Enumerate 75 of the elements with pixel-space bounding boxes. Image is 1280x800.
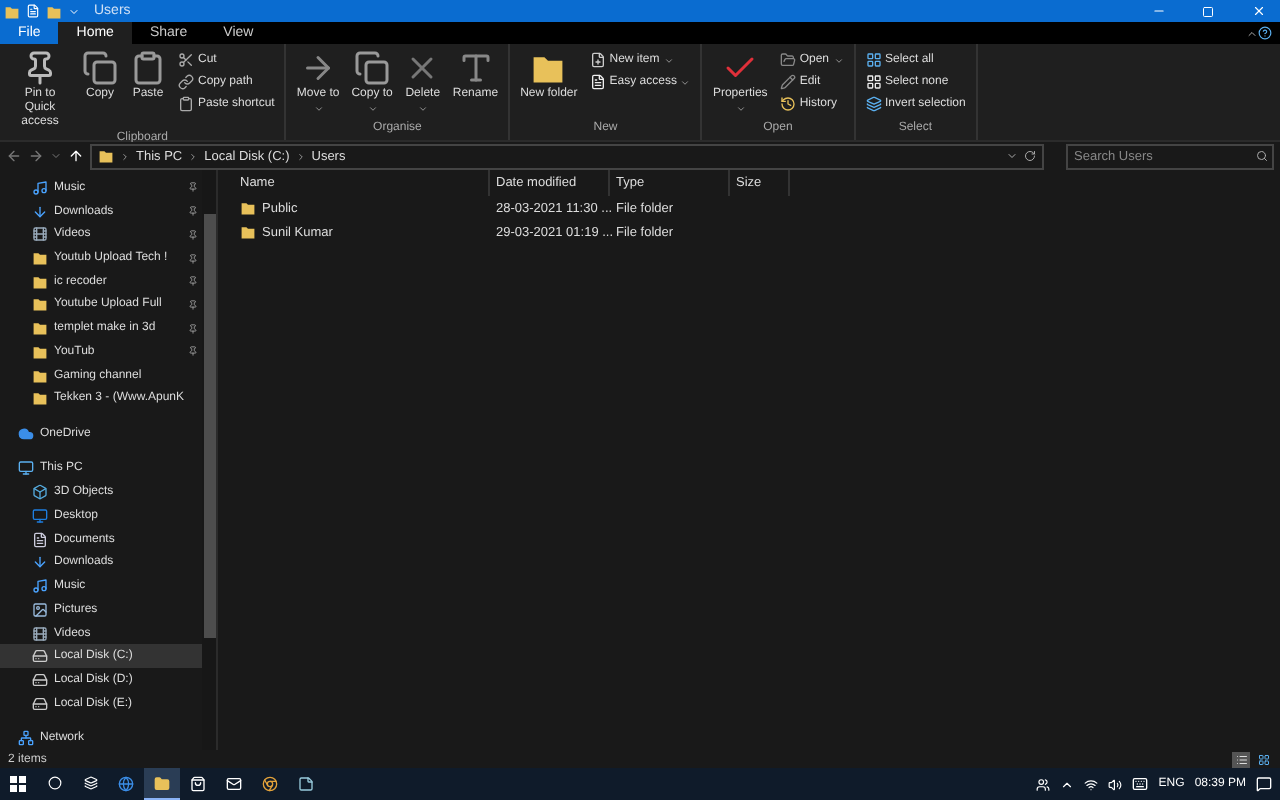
chevron-icon — [295, 151, 306, 161]
forward-button[interactable] — [28, 148, 44, 164]
help-button[interactable] — [1258, 22, 1272, 44]
caret-icon[interactable] — [1060, 777, 1075, 791]
caret-icon — [313, 104, 324, 114]
taskbar-app[interactable] — [144, 768, 180, 800]
keyboard-icon[interactable] — [1132, 776, 1149, 792]
back-button[interactable] — [6, 148, 22, 164]
chevron-icon — [120, 151, 130, 161]
refresh-icon[interactable] — [1024, 150, 1036, 162]
task-view-icon — [83, 776, 97, 790]
people-icon[interactable] — [1036, 777, 1051, 791]
down-arrow-icon — [32, 554, 48, 571]
document-icon — [589, 74, 606, 90]
select-none-icon — [865, 74, 881, 90]
help-icon — [1258, 26, 1272, 40]
notepad-icon — [298, 775, 314, 791]
caret-icon — [833, 55, 843, 65]
scissors-icon — [178, 52, 194, 68]
properties-icon[interactable] — [26, 4, 40, 18]
drive-icon — [32, 695, 48, 712]
search-icon — [1256, 149, 1268, 161]
mail-icon — [226, 775, 242, 791]
folder-icon — [98, 148, 114, 164]
chrome-icon — [262, 775, 278, 791]
browser-icon — [118, 775, 134, 791]
new-item-icon — [589, 52, 606, 68]
clipboard-icon — [178, 96, 194, 112]
edit-icon — [779, 74, 796, 90]
network-icon[interactable] — [1084, 777, 1099, 791]
minimize-icon — [1151, 4, 1165, 18]
bag-icon — [190, 775, 206, 791]
path-icon — [178, 74, 194, 90]
clipboard-icon — [130, 50, 166, 86]
view-button[interactable] — [1254, 751, 1272, 767]
down-arrow-icon — [32, 203, 48, 220]
chevron-up-icon — [1246, 27, 1258, 39]
up-button[interactable] — [68, 148, 84, 164]
film-icon — [32, 226, 48, 243]
copy-icon — [82, 50, 118, 86]
maximize-icon — [1202, 5, 1214, 17]
open-icon — [779, 52, 796, 68]
drive-icon — [32, 671, 48, 688]
drive-icon — [32, 648, 48, 665]
copy-icon — [354, 50, 391, 86]
notification-icon[interactable] — [1256, 776, 1272, 792]
music-note-icon — [32, 179, 48, 196]
chevron-icon — [188, 151, 199, 161]
caret-icon — [367, 104, 378, 114]
document-icon — [32, 531, 48, 548]
pin-icon — [22, 50, 58, 86]
network-icon — [18, 730, 34, 747]
caret-icon — [417, 104, 428, 114]
picture-icon — [32, 601, 48, 618]
cube-icon — [32, 484, 48, 501]
windows-icon — [10, 775, 26, 791]
desktop-icon — [32, 507, 48, 524]
cloud-icon — [18, 425, 34, 442]
music-note-icon — [32, 578, 48, 595]
circle-icon — [47, 776, 61, 790]
close-icon — [1251, 4, 1265, 18]
caret-icon — [663, 55, 674, 65]
caret-icon — [735, 104, 746, 114]
tiles-view-icon — [1257, 753, 1269, 765]
caret-icon — [680, 77, 691, 87]
monitor-icon — [18, 460, 34, 477]
details-view-icon — [1235, 753, 1247, 765]
history-icon — [779, 96, 796, 112]
select-all-icon — [865, 52, 881, 68]
view-button[interactable] — [1232, 751, 1250, 767]
rename-icon — [457, 50, 494, 86]
invert-selection-icon — [865, 96, 881, 112]
volume-icon[interactable] — [1108, 777, 1123, 791]
folder-icon — [154, 775, 170, 791]
film-icon — [32, 625, 48, 642]
